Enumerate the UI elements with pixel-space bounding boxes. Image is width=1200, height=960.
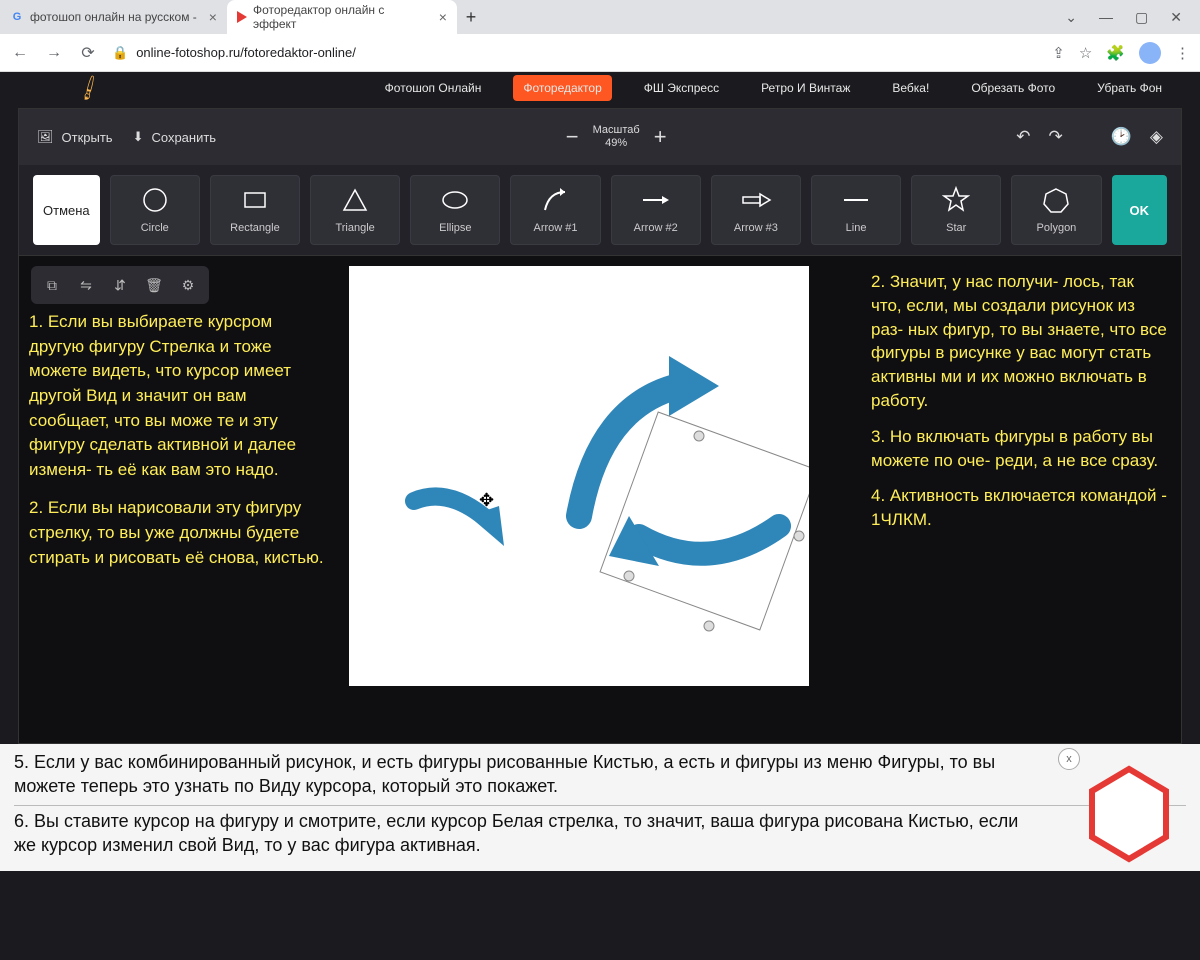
rectangle-icon — [241, 186, 269, 214]
nav-item-photoshop[interactable]: Фотошоп Онлайн — [375, 75, 492, 101]
canvas-drawing: ✥ — [349, 266, 809, 686]
forward-icon[interactable]: → — [44, 44, 64, 62]
zoom-out-button[interactable]: − — [566, 124, 579, 150]
zoom-in-button[interactable]: + — [654, 124, 667, 150]
window-dropdown-icon[interactable]: ⌄ — [1065, 9, 1077, 26]
reload-icon[interactable]: ⟳ — [78, 43, 98, 63]
redo-icon[interactable]: ↷ — [1049, 127, 1063, 147]
lock-icon: 🔒 — [112, 45, 128, 61]
extensions-icon[interactable]: 🧩 — [1106, 44, 1125, 62]
hexagon-icon — [1084, 764, 1174, 864]
ellipse-icon — [441, 186, 469, 214]
shape-triangle-button[interactable]: Triangle — [310, 175, 400, 245]
copy-icon[interactable]: ⧉ — [39, 272, 65, 298]
bottom-annotations: x 5. Если у вас комбинированный рисунок,… — [0, 744, 1200, 871]
menu-icon[interactable]: ⋮ — [1175, 44, 1190, 62]
history-icon[interactable]: 🕑 — [1111, 127, 1132, 147]
zoom-label: Масштаб — [593, 124, 640, 137]
curved-arrow-icon — [541, 186, 571, 214]
nav-item-express[interactable]: ФШ Экспресс — [634, 75, 729, 101]
window-minimize-icon[interactable]: — — [1099, 9, 1113, 26]
flip-v-icon[interactable]: ⇵ — [107, 272, 133, 298]
delete-icon[interactable]: 🗑 — [141, 272, 167, 298]
tab-title: Фоторедактор онлайн с эффект — [253, 3, 427, 31]
svg-text:✥: ✥ — [479, 490, 494, 510]
gear-icon[interactable]: ⚙ — [175, 272, 201, 298]
shape-arrow1-button[interactable]: Arrow #1 — [510, 175, 600, 245]
back-icon[interactable]: ← — [10, 44, 30, 62]
circle-icon — [141, 186, 169, 214]
window-close-icon[interactable]: ✕ — [1170, 9, 1182, 26]
close-badge[interactable]: x — [1058, 748, 1080, 770]
image-icon: 🖼 — [37, 129, 54, 145]
nav-item-removebg[interactable]: Убрать Фон — [1087, 75, 1172, 101]
browser-tab-2[interactable]: Фоторедактор онлайн с эффект × — [227, 0, 457, 34]
block-arrow-icon — [740, 186, 772, 214]
open-button[interactable]: 🖼 Открыть — [37, 129, 113, 145]
zoom-control: − Масштаб 49% + — [566, 124, 667, 150]
window-maximize-icon[interactable]: ▢ — [1135, 9, 1148, 26]
url-text: online-fotoshop.ru/fotoredaktor-online/ — [136, 45, 356, 60]
canvas-area: ⧉ ⇋ ⇵ 🗑 ⚙ 1. Если вы выбираете курсром д… — [19, 255, 1181, 743]
shape-ellipse-button[interactable]: Ellipse — [410, 175, 500, 245]
nav-item-crop[interactable]: Обрезать Фото — [961, 75, 1065, 101]
arrow-icon — [640, 186, 672, 214]
cancel-button[interactable]: Отмена — [33, 175, 100, 245]
line-icon — [841, 186, 871, 214]
flip-h-icon[interactable]: ⇋ — [73, 272, 99, 298]
download-icon: ⬇ — [133, 129, 144, 145]
ok-button[interactable]: OK — [1112, 175, 1168, 245]
shape-rectangle-button[interactable]: Rectangle — [210, 175, 300, 245]
editor-top-toolbar: 🖼 Открыть ⬇ Сохранить − Масштаб 49% + ↶ … — [19, 109, 1181, 165]
brush-icon: 🖌 — [74, 73, 104, 103]
shapes-toolbar: Отмена Circle Rectangle Triangle Ellipse… — [19, 165, 1181, 255]
shape-star-button[interactable]: Star — [911, 175, 1001, 245]
nav-item-webcam[interactable]: Вебка! — [882, 75, 939, 101]
triangle-icon — [341, 186, 369, 214]
shape-arrow3-button[interactable]: Arrow #3 — [711, 175, 801, 245]
canvas[interactable]: ✥ — [349, 266, 809, 686]
shape-circle-button[interactable]: Circle — [110, 175, 200, 245]
nav-item-editor[interactable]: Фоторедактор — [513, 75, 611, 101]
annotation-right: 2. Значит, у нас получи- лось, так что, … — [871, 270, 1167, 544]
shape-line-button[interactable]: Line — [811, 175, 901, 245]
shape-polygon-button[interactable]: Polygon — [1011, 175, 1101, 245]
browser-address-bar: ← → ⟳ 🔒 online-fotoshop.ru/fotoredaktor-… — [0, 34, 1200, 72]
page-content: 🖌 Фотошоп Онлайн Фоторедактор ФШ Экспрес… — [0, 72, 1200, 960]
share-icon[interactable]: ⇪ — [1052, 44, 1065, 62]
zoom-value: 49% — [593, 137, 640, 150]
layers-icon[interactable]: ◈ — [1150, 127, 1163, 147]
annotation-left: 1. Если вы выбираете курсром другую фигу… — [29, 310, 329, 584]
url-input[interactable]: 🔒 online-fotoshop.ru/fotoredaktor-online… — [112, 45, 1038, 61]
polygon-icon — [1042, 186, 1070, 214]
save-button[interactable]: ⬇ Сохранить — [133, 129, 217, 145]
site-favicon — [237, 11, 247, 23]
browser-titlebar: G фотошоп онлайн на русском - × Фотореда… — [0, 0, 1200, 34]
shape-arrow2-button[interactable]: Arrow #2 — [611, 175, 701, 245]
site-nav: 🖌 Фотошоп Онлайн Фоторедактор ФШ Экспрес… — [0, 72, 1200, 96]
nav-item-retro[interactable]: Ретро И Винтаж — [751, 75, 860, 101]
editor-frame: 🖼 Открыть ⬇ Сохранить − Масштаб 49% + ↶ … — [18, 108, 1182, 744]
star-icon — [942, 186, 970, 214]
google-favicon: G — [10, 10, 24, 24]
close-icon[interactable]: × — [439, 9, 447, 25]
window-controls: ⌄ — ▢ ✕ — [1065, 9, 1200, 26]
close-icon[interactable]: × — [209, 9, 217, 25]
tab-title: фотошоп онлайн на русском - — [30, 10, 197, 24]
new-tab-button[interactable]: + — [457, 7, 485, 28]
browser-tab-1[interactable]: G фотошоп онлайн на русском - × — [0, 0, 227, 34]
undo-icon[interactable]: ↶ — [1016, 127, 1030, 147]
divider — [14, 805, 1186, 806]
bookmark-icon[interactable]: ☆ — [1079, 44, 1092, 62]
profile-avatar[interactable] — [1139, 42, 1161, 64]
layer-mini-toolbar: ⧉ ⇋ ⇵ 🗑 ⚙ — [31, 266, 209, 304]
